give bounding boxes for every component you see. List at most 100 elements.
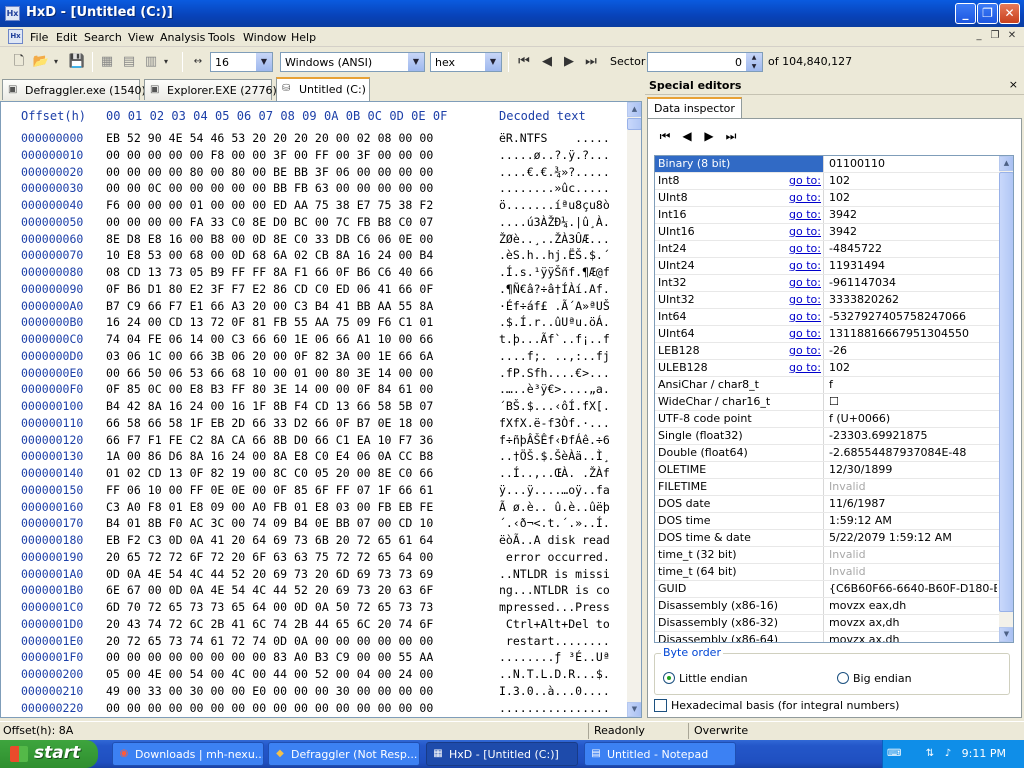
- next-sector-icon[interactable]: ▶: [560, 53, 578, 71]
- inspector-row[interactable]: Int24 go to: -4845722: [655, 241, 999, 258]
- start-button[interactable]: start: [0, 740, 98, 768]
- inspector-value[interactable]: 11931494: [827, 258, 997, 274]
- hex-row[interactable]: 0000001D0 20 43 74 72 6C 2B 41 6C 74 2B 4…: [1, 615, 627, 632]
- inspector-row[interactable]: Int32 go to: -961147034: [655, 275, 999, 292]
- hex-vertical-scrollbar[interactable]: ▲ ▼: [627, 102, 641, 717]
- bytes-per-row-select[interactable]: 16 ▼: [210, 52, 273, 72]
- inspector-row[interactable]: time_t (64 bit) Invalid: [655, 564, 999, 581]
- row-hex-bytes[interactable]: 00 00 00 00 00 F8 00 00 3F 00 FF 00 3F 0…: [106, 148, 433, 162]
- row-decoded-text[interactable]: ëR.NTFS .....: [499, 131, 627, 145]
- inspector-row[interactable]: UInt64 go to: 13118816667951304550: [655, 326, 999, 343]
- menu-file[interactable]: File: [30, 31, 48, 44]
- open-dropdown-icon[interactable]: ▾: [52, 53, 60, 71]
- copy-icon[interactable]: ▤: [120, 53, 138, 71]
- inspector-vertical-scrollbar[interactable]: ▲ ▼: [999, 156, 1013, 642]
- row-decoded-text[interactable]: I.3.0..à...0....: [499, 684, 627, 698]
- hex-row[interactable]: 000000200 05 00 4E 00 54 00 4C 00 44 00 5…: [1, 665, 627, 682]
- hex-row[interactable]: 000000090 0F B6 D1 80 E2 3F F7 E2 86 CD C…: [1, 280, 627, 297]
- row-decoded-text[interactable]: .èS.h..hj.ËŠ.$.´: [499, 248, 627, 262]
- title-bar[interactable]: Hx HxD - [Untitled (C:)] _ ❐ ✕: [0, 0, 1024, 27]
- row-decoded-text[interactable]: .....ø..?.ÿ.?...: [499, 148, 627, 162]
- paste-dropdown-icon[interactable]: ▾: [162, 53, 170, 71]
- menu-help[interactable]: Help: [291, 31, 316, 44]
- hex-row[interactable]: 0000000A0 B7 C9 66 F7 E1 66 A3 20 00 C3 B…: [1, 297, 627, 314]
- row-hex-bytes[interactable]: 16 24 00 CD 13 72 0F 81 FB 55 AA 75 09 F…: [106, 315, 433, 329]
- row-decoded-text[interactable]: error occurred.: [499, 550, 627, 564]
- scroll-thumb[interactable]: [999, 172, 1013, 612]
- task-notepad[interactable]: ▤ Untitled - Notepad: [584, 742, 736, 766]
- inspector-row[interactable]: UInt8 go to: 102: [655, 190, 999, 207]
- row-decoded-text[interactable]: f÷ñþÂŠÊf‹ÐfÁê.÷6: [499, 433, 627, 447]
- tab-explorer[interactable]: ▣ Explorer.EXE (2776): [144, 79, 277, 100]
- row-decoded-text[interactable]: ..NTLDR is missi: [499, 567, 627, 581]
- inspector-row[interactable]: UTF-8 code point f (U+0066): [655, 411, 999, 428]
- row-hex-bytes[interactable]: 8E D8 E8 16 00 B8 00 0D 8E C0 33 DB C6 0…: [106, 232, 433, 246]
- row-hex-bytes[interactable]: 00 00 00 00 80 00 80 00 BE BB 3F 06 00 0…: [106, 165, 433, 179]
- inspector-value[interactable]: -23303.69921875: [827, 428, 997, 444]
- hex-row[interactable]: 0000001F0 00 00 00 00 00 00 00 00 83 A0 B…: [1, 648, 627, 665]
- inspector-row[interactable]: Int8 go to: 102: [655, 173, 999, 190]
- row-hex-bytes[interactable]: 03 06 1C 00 66 3B 06 20 00 0F 82 3A 00 1…: [106, 349, 433, 363]
- go-to-link[interactable]: go to:: [789, 361, 821, 374]
- row-decoded-text[interactable]: t.þ...Ãf`..f¡..f: [499, 332, 627, 346]
- row-hex-bytes[interactable]: C3 A0 F8 01 E8 09 00 A0 FB 01 E8 03 00 F…: [106, 500, 433, 514]
- row-decoded-text[interactable]: ng...NTLDR is co: [499, 583, 627, 597]
- spin-buttons-icon[interactable]: ▲ ▼: [746, 53, 762, 71]
- inspector-row[interactable]: Int16 go to: 3942: [655, 207, 999, 224]
- inspector-row[interactable]: WideChar / char16_t ☐: [655, 394, 999, 411]
- row-decoded-text[interactable]: ..Í..‚..ŒÀ. .ŽÀf: [499, 466, 627, 480]
- inspector-value[interactable]: 1:59:12 AM: [827, 513, 997, 529]
- inspector-row[interactable]: ULEB128 go to: 102: [655, 360, 999, 377]
- inspector-value[interactable]: 5/22/2079 1:59:12 AM: [827, 530, 997, 546]
- tab-defraggler[interactable]: ▣ Defraggler.exe (1540): [2, 79, 146, 100]
- row-decoded-text[interactable]: ÿ...ÿ....…oÿ..fa: [499, 483, 627, 497]
- row-hex-bytes[interactable]: 66 F7 F1 FE C2 8A CA 66 8B D0 66 C1 EA 1…: [106, 433, 433, 447]
- row-decoded-text[interactable]: .fP.Sfh....€>...: [499, 366, 627, 380]
- inspector-value[interactable]: f (U+0066): [827, 411, 997, 427]
- row-decoded-text[interactable]: Ctrl+Alt+Del to: [499, 617, 627, 631]
- row-hex-bytes[interactable]: 01 02 CD 13 0F 82 19 00 8C C0 05 20 00 8…: [106, 466, 433, 480]
- inspector-value[interactable]: Invalid: [827, 564, 997, 580]
- display-mode-select[interactable]: hex ▼: [430, 52, 502, 72]
- row-hex-bytes[interactable]: 66 58 66 58 1F EB 2D 66 33 D2 66 0F B7 0…: [106, 416, 433, 430]
- inspector-row[interactable]: DOS date 11/6/1987: [655, 496, 999, 513]
- row-decoded-text[interactable]: ..†ÖŠ.$.ŠèÀä..Ì¸: [499, 449, 627, 463]
- first-sector-icon[interactable]: ⏮: [515, 53, 533, 71]
- hex-row[interactable]: 000000060 8E D8 E8 16 00 B8 00 0D 8E C0 3…: [1, 230, 627, 247]
- row-hex-bytes[interactable]: 49 00 33 00 30 00 00 E0 00 00 00 30 00 0…: [106, 684, 433, 698]
- new-file-icon[interactable]: 🗋: [10, 53, 28, 71]
- hex-row[interactable]: 000000030 00 00 0C 00 00 00 00 00 BB FB 6…: [1, 179, 627, 196]
- inspector-row[interactable]: DOS time 1:59:12 AM: [655, 513, 999, 530]
- row-hex-bytes[interactable]: 20 72 65 73 74 61 72 74 0D 0A 00 00 00 0…: [106, 634, 433, 648]
- paste-icon[interactable]: ▥: [142, 53, 160, 71]
- hex-row[interactable]: 0000000B0 16 24 00 CD 13 72 0F 81 FB 55 A…: [1, 313, 627, 330]
- row-decoded-text[interactable]: ....ú3ÀŽÐ¼.|û¸À.: [499, 215, 627, 229]
- inspector-value[interactable]: movzx ax,dh: [827, 632, 997, 642]
- inspector-row[interactable]: Binary (8 bit) 01100110: [655, 156, 999, 173]
- hexadecimal-basis-checkbox[interactable]: Hexadecimal basis (for integral numbers): [654, 699, 899, 712]
- row-decoded-text[interactable]: ................: [499, 701, 627, 715]
- row-hex-bytes[interactable]: 10 E8 53 00 68 00 0D 68 6A 02 CB 8A 16 2…: [106, 248, 433, 262]
- row-hex-bytes[interactable]: FF 06 10 00 FF 0E 0E 00 0F 85 6F FF 07 1…: [106, 483, 433, 497]
- hex-row[interactable]: 0000001B0 6E 67 00 0D 0A 4E 54 4C 44 52 2…: [1, 581, 627, 598]
- row-hex-bytes[interactable]: 74 04 FE 06 14 00 C3 66 60 1E 06 66 A1 1…: [106, 332, 433, 346]
- inspector-row[interactable]: OLETIME 12/30/1899: [655, 462, 999, 479]
- go-to-link[interactable]: go to:: [789, 174, 821, 187]
- hex-row[interactable]: 000000220 00 00 00 00 00 00 00 00 00 00 0…: [1, 699, 627, 716]
- row-decoded-text[interactable]: ........»ûc.....: [499, 181, 627, 195]
- hex-row[interactable]: 000000070 10 E8 53 00 68 00 0D 68 6A 02 C…: [1, 246, 627, 263]
- hex-row[interactable]: 000000160 C3 A0 F8 01 E8 09 00 A0 FB 01 E…: [1, 498, 627, 515]
- row-hex-bytes[interactable]: 0D 0A 4E 54 4C 44 52 20 69 73 20 6D 69 7…: [106, 567, 433, 581]
- hex-row[interactable]: 000000080 08 CD 13 73 05 B9 FF FF 8A F1 6…: [1, 263, 627, 280]
- document-icon[interactable]: Hx: [8, 29, 23, 44]
- hex-row[interactable]: 000000120 66 F7 F1 FE C2 8A CA 66 8B D0 6…: [1, 431, 627, 448]
- menu-window[interactable]: Window: [243, 31, 286, 44]
- hex-row[interactable]: 000000170 B4 01 8B F0 AC 3C 00 74 09 B4 0…: [1, 514, 627, 531]
- row-hex-bytes[interactable]: 00 00 0C 00 00 00 00 00 BB FB 63 00 00 0…: [106, 181, 433, 195]
- row-hex-bytes[interactable]: EB F2 C3 0D 0A 41 20 64 69 73 6B 20 72 6…: [106, 533, 433, 547]
- row-decoded-text[interactable]: .Í.s.¹ÿÿŠñf.¶Æ@f: [499, 265, 627, 279]
- inspector-value[interactable]: f: [827, 377, 997, 393]
- task-defraggler[interactable]: ◆ Defraggler (Not Resp...: [268, 742, 420, 766]
- row-hex-bytes[interactable]: B7 C9 66 F7 E1 66 A3 20 00 C3 B4 41 BB A…: [106, 299, 433, 313]
- inspector-value[interactable]: 12/30/1899: [827, 462, 997, 478]
